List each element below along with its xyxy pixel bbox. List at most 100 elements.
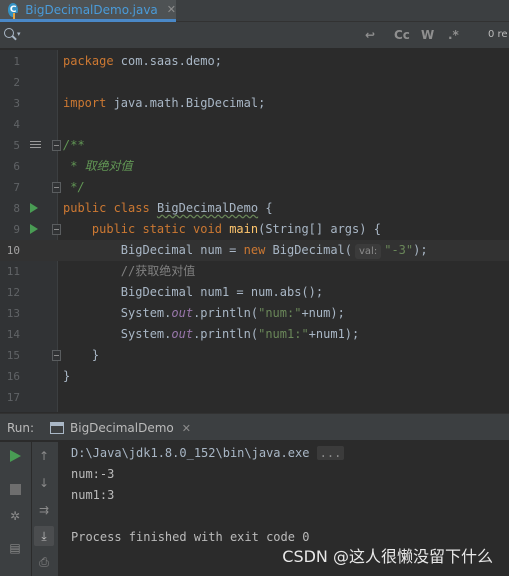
scroll-to-end-button[interactable]: ⤓ (34, 526, 54, 546)
code-line[interactable]: 5 /** (0, 135, 509, 156)
search-icon[interactable]: ▾ (4, 27, 24, 43)
tab-label: BigDecimalDemo.java (25, 2, 158, 17)
scroll-up-button[interactable]: ↑ (34, 446, 54, 466)
close-icon[interactable]: ✕ (182, 422, 191, 435)
editor-tab-bar: C BigDecimalDemo.java ✕ (0, 0, 509, 22)
run-title: Run: (7, 421, 35, 435)
line-number: 7 (13, 181, 20, 194)
class-name: BigDecimalDemo (156, 201, 259, 215)
run-tool-window-header: Run: BigDecimalDemo ✕ (0, 413, 509, 441)
code-token: .println( (193, 306, 259, 320)
code-token: BigDecimal num = (120, 243, 244, 257)
code-line-current[interactable]: 10 BigDecimal num = new BigDecimal(val: "… (0, 240, 509, 261)
line-number: 6 (13, 160, 20, 173)
line-number: 10 (6, 244, 20, 257)
fold-icon[interactable] (52, 140, 61, 151)
line-number: 4 (13, 118, 20, 131)
find-toolbar: ▾ ↩ Cc W .* 0 re (0, 22, 509, 49)
console-line: num1:3 (71, 488, 115, 502)
method-name: main (229, 222, 259, 236)
close-icon[interactable]: ✕ (167, 3, 176, 16)
code-token: package (63, 54, 114, 68)
code-token: import (63, 96, 107, 110)
string-literal: "num1:" (258, 327, 309, 341)
line-number: 1 (13, 55, 20, 68)
stop-button[interactable] (5, 479, 25, 499)
java-class-icon: C (8, 2, 22, 19)
regex-button[interactable]: .* (448, 28, 459, 42)
expand-command-button[interactable]: ... (316, 446, 345, 460)
code-line[interactable]: 14 System.out.println("num1:"+num1); (0, 324, 509, 345)
line-number: 12 (6, 286, 20, 299)
code-line[interactable]: 15 } (0, 345, 509, 366)
code-line[interactable]: 4 (0, 114, 509, 135)
line-number: 16 (6, 370, 20, 383)
wrench-icon: ✲ (9, 509, 21, 523)
code-editor[interactable]: 1 package com.saas.demo; 2 3 import java… (0, 50, 509, 412)
code-token: (String[] args) { (258, 222, 381, 236)
print-button[interactable]: ⎙ (34, 552, 54, 572)
code-line[interactable]: 3 import java.math.BigDecimal; (0, 93, 509, 114)
code-token: * 取绝对值 (63, 159, 133, 173)
line-number: 14 (6, 328, 20, 341)
fold-icon[interactable] (52, 182, 61, 193)
code-token: +num1); (308, 327, 360, 341)
code-token: +num); (301, 306, 345, 320)
code-line[interactable]: 8 public class BigDecimalDemo { (0, 198, 509, 219)
code-line[interactable]: 7 */ (0, 177, 509, 198)
fold-icon[interactable] (52, 224, 61, 235)
string-literal: "num:" (258, 306, 302, 320)
code-token: com.saas.demo; (113, 54, 222, 68)
soft-wrap-button[interactable]: ⇉ (34, 500, 54, 520)
run-tab-bigdecimaldemo[interactable]: BigDecimalDemo ✕ (40, 417, 200, 439)
line-number: 11 (6, 265, 20, 278)
code-token: { (258, 201, 273, 215)
code-token: } (91, 348, 100, 362)
line-comment: //获取绝对值 (120, 264, 196, 278)
code-line[interactable]: 13 System.out.println("num:"+num); (0, 303, 509, 324)
run-main-icon[interactable] (30, 224, 40, 235)
code-line[interactable]: 6 * 取绝对值 (0, 156, 509, 177)
code-token: ); (413, 243, 428, 257)
code-line[interactable]: 1 package com.saas.demo; (0, 51, 509, 72)
code-line[interactable]: 11 //获取绝对值 (0, 261, 509, 282)
run-toolbar: ↑ ↓ ✲ ⇉ ⤓ ▤ ⎙ (0, 442, 58, 576)
watermark: CSDN @这人很懒没留下什么 (282, 547, 493, 566)
line-number: 5 (13, 139, 20, 152)
debug-settings-button[interactable]: ✲ (5, 506, 25, 526)
words-button[interactable]: W (421, 28, 434, 42)
code-line[interactable]: 17 (0, 387, 509, 408)
code-token: java.math.BigDecimal; (106, 96, 266, 110)
fold-icon[interactable] (52, 350, 61, 361)
console-line: num:-3 (71, 467, 115, 481)
line-number: 17 (6, 391, 20, 404)
code-line[interactable]: 16 } (0, 366, 509, 387)
editor-tab-bigdecimaldemo[interactable]: C BigDecimalDemo.java ✕ (0, 0, 176, 22)
code-line[interactable]: 9 public static void main(String[] args)… (0, 219, 509, 240)
console-icon (50, 422, 64, 434)
line-number: 15 (6, 349, 20, 362)
layout-icon: ▤ (9, 541, 21, 555)
code-token: } (63, 369, 71, 383)
stop-icon (9, 483, 21, 495)
code-line[interactable]: 12 BigDecimal num1 = num.abs(); (0, 282, 509, 303)
toolbar-divider (31, 442, 32, 576)
match-case-button[interactable]: Cc (394, 28, 410, 42)
new-line-icon[interactable]: ↩ (365, 28, 375, 42)
arrow-down-icon: ↓ (38, 476, 50, 490)
code-token: BigDecimal num1 = num.abs(); (120, 285, 324, 299)
javadoc-render-icon[interactable] (30, 141, 41, 150)
layout-button[interactable]: ▤ (5, 538, 25, 558)
static-field: out (171, 306, 194, 320)
run-class-icon[interactable] (30, 203, 40, 214)
parameter-hint: val: (355, 244, 382, 259)
scroll-end-icon: ⤓ (41, 528, 47, 543)
rerun-button[interactable] (5, 446, 25, 466)
line-number: 9 (13, 223, 20, 236)
code-token: public class (63, 201, 150, 215)
code-token: System. (120, 327, 172, 341)
scroll-down-button[interactable]: ↓ (34, 473, 54, 493)
code-line[interactable]: 2 (0, 72, 509, 93)
code-token: new (243, 243, 266, 257)
line-number: 8 (13, 202, 20, 215)
